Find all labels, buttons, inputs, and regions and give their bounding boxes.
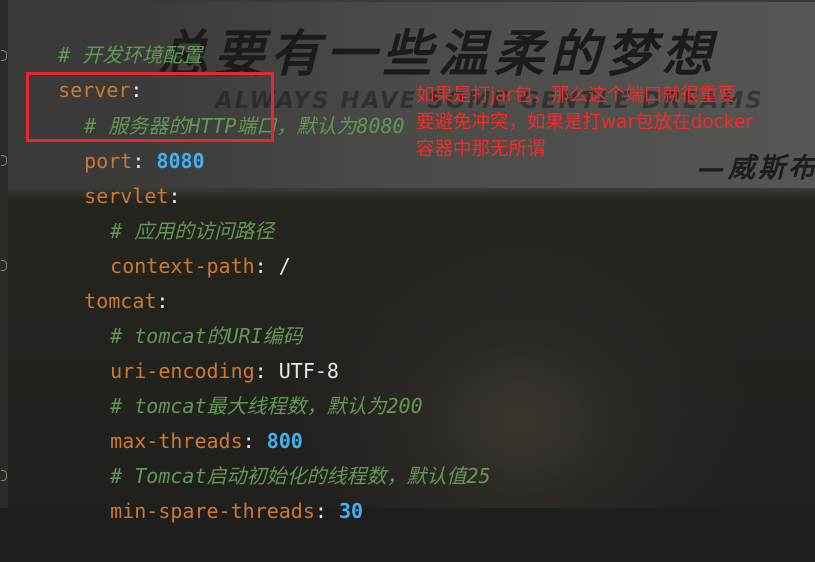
yaml-value: 30 xyxy=(338,499,364,523)
yaml-colon: : xyxy=(254,254,279,278)
fold-icon[interactable] xyxy=(0,258,8,272)
code-line[interactable]: # 应用的访问路径 xyxy=(62,180,274,243)
fold-icon[interactable] xyxy=(0,468,8,482)
code-line[interactable]: tomcat: xyxy=(36,250,168,313)
yaml-key: min-spare-threads xyxy=(110,499,315,523)
yaml-colon: : xyxy=(314,499,339,523)
code-line[interactable]: # 开发环境配置 xyxy=(10,4,202,67)
code-line[interactable]: uri-encoding: UTF-8 xyxy=(62,320,339,383)
code-line[interactable]: min-spare-threads: 30 xyxy=(62,460,363,523)
annotation-line: 如果是打jar包，那么这个端口就很重要 xyxy=(416,85,737,106)
code-line[interactable]: # tomcat的URI编码 xyxy=(62,285,302,348)
annotation-line: 容器中那无所谓 xyxy=(416,139,546,160)
code-line[interactable]: server: xyxy=(10,39,142,102)
code-line[interactable]: context-path: / xyxy=(62,215,291,278)
code-line[interactable]: servlet: xyxy=(36,145,180,208)
annotation-note: 如果是打jar包，那么这个端口就很重要 要避免冲突，如果是打war包放在dock… xyxy=(416,82,811,163)
code-line[interactable]: # tomcat最大线程数，默认为200 xyxy=(62,355,422,418)
fold-icon[interactable] xyxy=(0,153,8,167)
code-line[interactable]: max-threads: 800 xyxy=(62,390,303,453)
yaml-value: / xyxy=(278,254,291,278)
annotation-line: 要避免冲突，如果是打war包放在docker xyxy=(416,112,753,133)
fold-icon[interactable] xyxy=(0,48,8,62)
highlight-box xyxy=(26,72,274,142)
editor-gutter xyxy=(0,0,8,508)
code-line[interactable]: # Tomcat启动初始化的线程数，默认值25 xyxy=(62,425,490,488)
